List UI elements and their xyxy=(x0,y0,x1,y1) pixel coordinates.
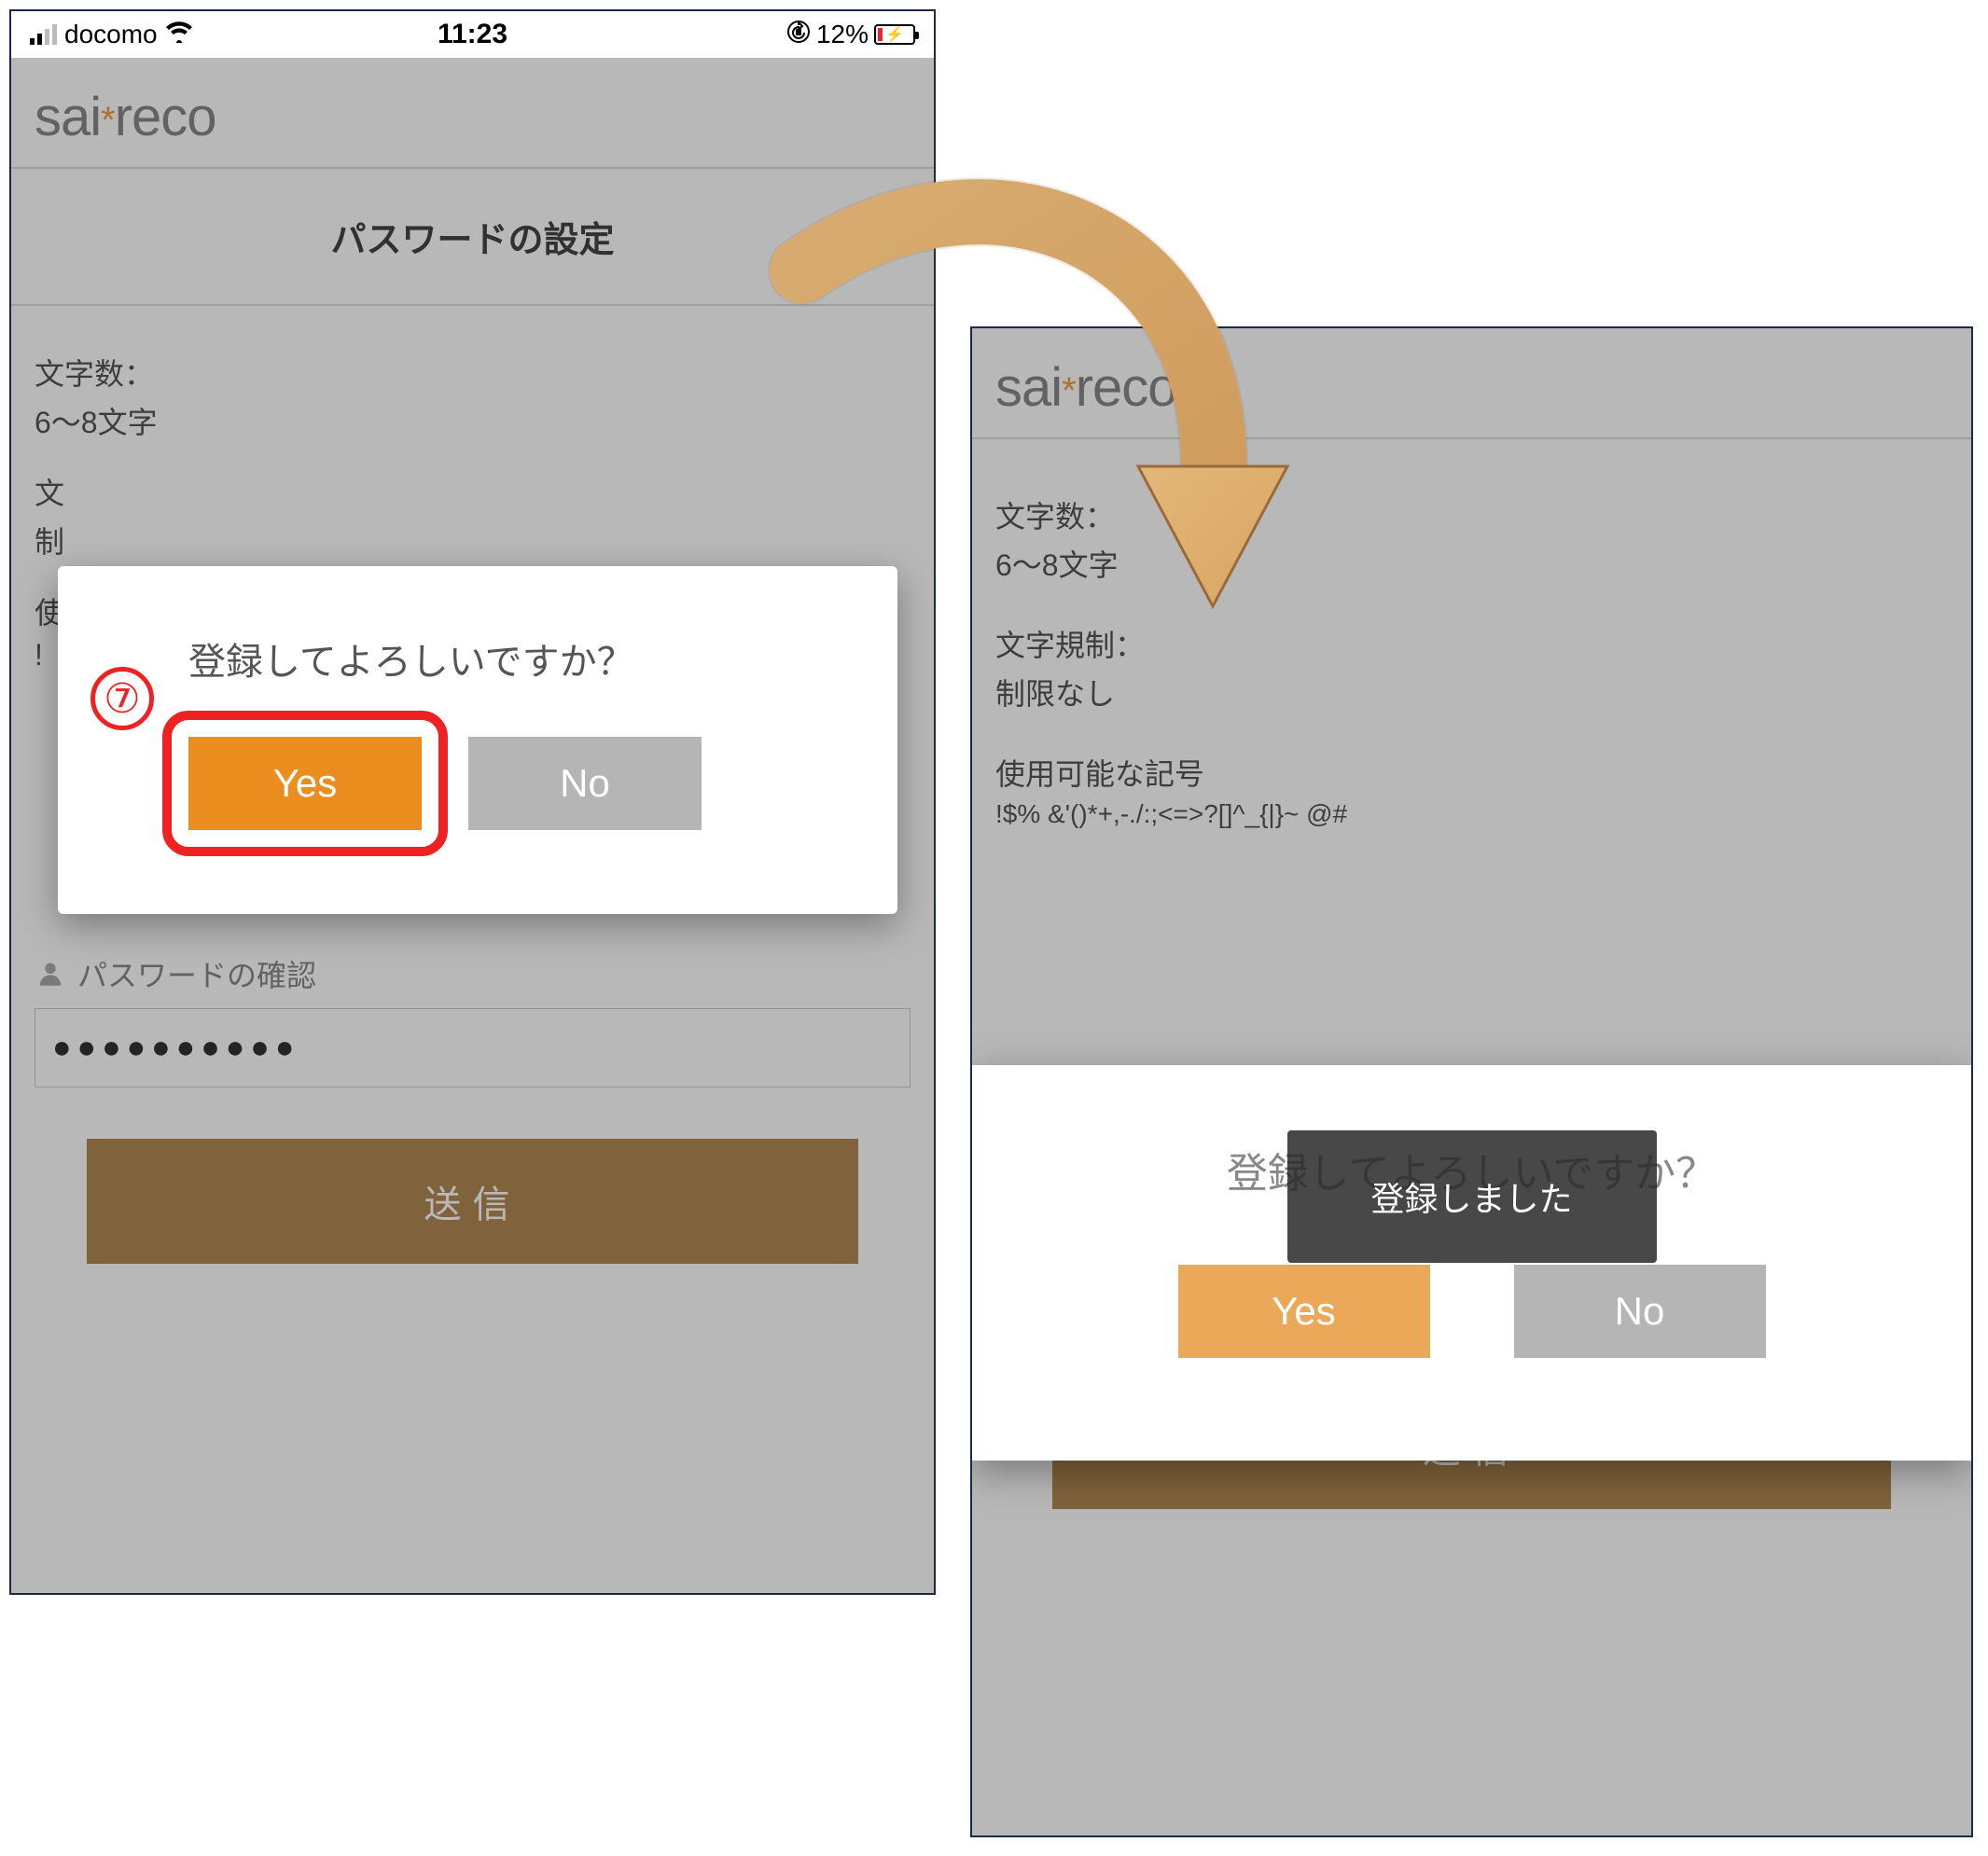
symbols-label: 使用可能な記号 xyxy=(995,751,1948,794)
symbols-value: !$% &'()*+,-./:;<=>?[]^_{|}~ @# xyxy=(995,799,1948,829)
no-button[interactable]: No xyxy=(1514,1265,1766,1358)
confirm-dialog-title: 登録してよろしいですか？ xyxy=(188,631,841,686)
confirm-dialog: ⑦ 登録してよろしいですか？ Yes No xyxy=(58,566,897,914)
no-button[interactable]: No xyxy=(468,737,702,830)
yes-button[interactable]: Yes xyxy=(188,737,422,830)
success-toast: 登録しました xyxy=(1286,1130,1656,1263)
confirm-dialog: 登録してよろしいですか？ Yes No xyxy=(972,1065,1971,1461)
step-number-badge: ⑦ xyxy=(90,667,154,730)
yes-button[interactable]: Yes xyxy=(1178,1265,1430,1358)
phone-screenshot-left: docomo 11:23 12% ⚡ sai*reco パスワードの設定 文字数… xyxy=(9,9,936,1595)
